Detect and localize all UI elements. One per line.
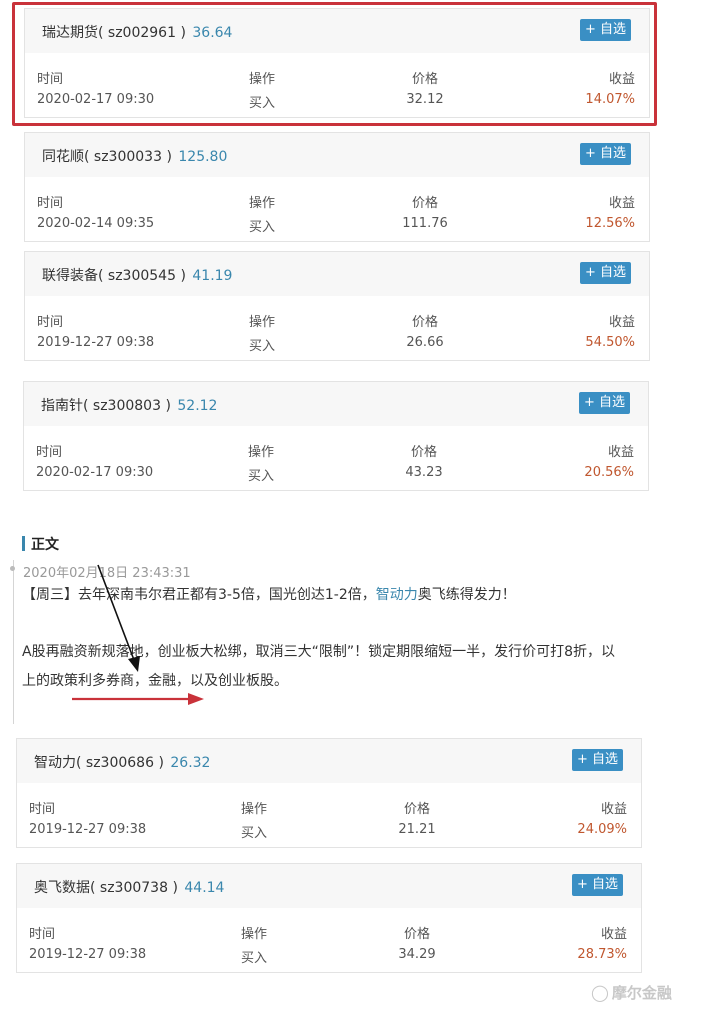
trade-gain: 28.73%	[577, 947, 627, 962]
stock-card-header: 奥飞数据( sz300738 ) 44.14 + 自选	[17, 864, 641, 908]
add-watchlist-button[interactable]: + 自选	[572, 874, 623, 896]
wechat-logo-icon: ◯	[591, 983, 609, 1002]
trade-operation: 买入	[241, 951, 268, 966]
red-arrow-head	[188, 693, 204, 705]
stock-name[interactable]: 智动力	[34, 755, 76, 771]
stock-card-5: 智动力( sz300686 ) 26.32 + 自选 时间 操作 价格 收益 2…	[16, 738, 642, 848]
stock-price: 26.32	[170, 755, 211, 771]
stock-code[interactable]: ( sz300686 )	[76, 755, 164, 771]
time-label: 时间	[29, 927, 56, 942]
stock-title[interactable]: 智动力( sz300686 ) 26.32	[34, 752, 210, 772]
stock-code[interactable]: ( sz300738 )	[90, 880, 178, 896]
stock-card-6: 奥飞数据( sz300738 ) 44.14 + 自选 时间 操作 价格 收益 …	[16, 863, 642, 973]
stock-name[interactable]: 奥飞数据	[34, 880, 90, 896]
watermark: ◯ 摩尔金融	[591, 982, 672, 1003]
trade-time: 2019-12-27 09:38	[29, 822, 147, 837]
operation-label: 操作	[241, 802, 268, 817]
trade-gain: 24.09%	[577, 822, 627, 837]
add-watchlist-button[interactable]: + 自选	[572, 749, 623, 771]
trade-price: 21.21	[398, 822, 436, 837]
gain-label: 收益	[600, 927, 627, 942]
watermark-text: 摩尔金融	[611, 984, 672, 1002]
black-arrow-head	[128, 656, 140, 672]
price-label: 价格	[403, 802, 430, 817]
time-label: 时间	[29, 802, 56, 817]
trade-time: 2019-12-27 09:38	[29, 947, 147, 962]
black-arrow-line	[97, 564, 135, 661]
gain-label: 收益	[600, 802, 627, 817]
trade-operation: 买入	[241, 826, 268, 841]
trade-price: 34.29	[398, 947, 436, 962]
stock-price: 44.14	[184, 880, 225, 896]
price-label: 价格	[403, 927, 430, 942]
stock-title[interactable]: 奥飞数据( sz300738 ) 44.14	[34, 877, 224, 897]
stock-card-header: 智动力( sz300686 ) 26.32 + 自选	[17, 739, 641, 783]
operation-label: 操作	[241, 927, 268, 942]
